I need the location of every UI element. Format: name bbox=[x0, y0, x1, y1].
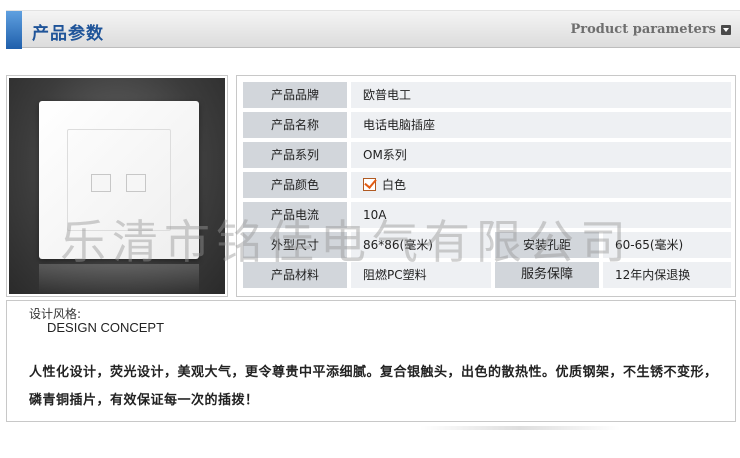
current-value: 10A bbox=[351, 202, 731, 228]
name-value: 电话电脑插座 bbox=[351, 112, 731, 138]
design-concept-panel: 设计风格: DESIGN CONCEPT 人性化设计，荧光设计，美观大气，更令尊… bbox=[6, 300, 736, 422]
socket-plate bbox=[39, 101, 199, 259]
section-title: 产品参数 bbox=[32, 24, 104, 44]
brand-value: 欧普电工 bbox=[351, 82, 731, 108]
current-label: 产品电流 bbox=[243, 202, 347, 228]
section-header: 产品参数 Product parameters bbox=[6, 10, 740, 49]
brand-label: 产品品牌 bbox=[243, 82, 347, 108]
concept-body: 人性化设计，荧光设计，美观大气，更令尊贵中平添细腻。复合银触头，出色的散热性。优… bbox=[29, 365, 718, 408]
phone-port bbox=[91, 174, 111, 192]
series-value: OM系列 bbox=[351, 142, 731, 168]
warranty-label: 服务保障 bbox=[495, 262, 599, 288]
material-label: 产品材料 bbox=[243, 262, 347, 288]
name-label: 产品名称 bbox=[243, 112, 347, 138]
socket-plate-inner bbox=[67, 129, 171, 231]
color-value: 白色 bbox=[382, 178, 407, 192]
section-subtitle: Product parameters bbox=[570, 22, 716, 37]
product-image bbox=[9, 78, 225, 294]
color-value-cell: 白色 bbox=[351, 172, 731, 198]
hole-value: 60-65(毫米) bbox=[603, 232, 731, 258]
plate-reflection bbox=[39, 264, 199, 294]
warranty-value: 12年内保退换 bbox=[603, 262, 731, 288]
hole-label: 安装孔距 bbox=[495, 232, 599, 258]
product-image-frame bbox=[6, 75, 228, 297]
size-value: 86*86(毫米) bbox=[351, 232, 491, 258]
color-label: 产品颜色 bbox=[243, 172, 347, 198]
divider bbox=[420, 426, 620, 430]
network-port bbox=[126, 174, 146, 192]
concept-subtitle: DESIGN CONCEPT bbox=[47, 320, 165, 335]
material-value: 阻燃PC塑料 bbox=[351, 262, 491, 288]
chevron-down-icon[interactable] bbox=[721, 25, 731, 35]
series-label: 产品系列 bbox=[243, 142, 347, 168]
params-table: 产品品牌 欧普电工 产品名称 电话电脑插座 产品系列 OM系列 产品颜色 白色 … bbox=[236, 75, 736, 297]
checkbox-icon bbox=[363, 178, 376, 191]
header-accent-bar bbox=[6, 11, 22, 49]
size-label: 外型尺寸 bbox=[243, 232, 347, 258]
